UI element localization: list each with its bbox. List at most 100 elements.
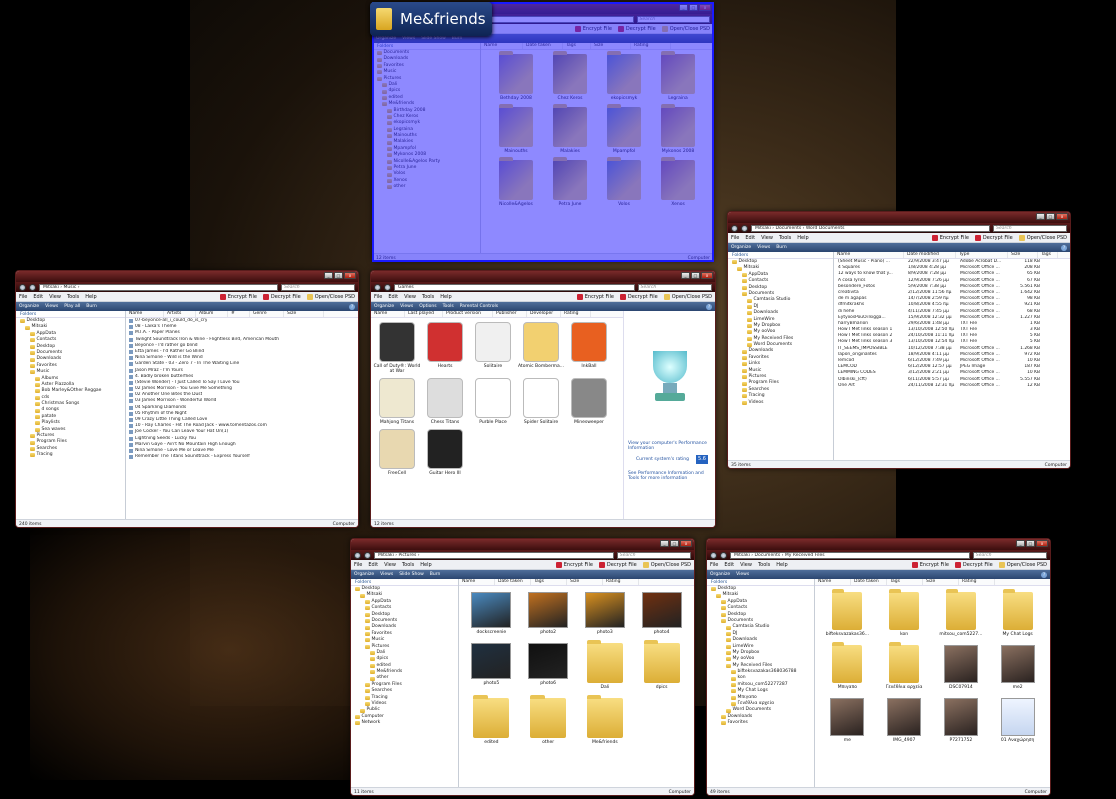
image-tile[interactable]: 01 Αναχώρηση [989,698,1046,743]
column-header[interactable]: Date taken [523,43,563,49]
encrypt-file-button[interactable]: Encrypt File [574,25,612,32]
folder-tile[interactable]: Μπιγαπο [819,642,876,690]
column-header[interactable]: Date taken [495,579,531,585]
menu-item[interactable]: File [374,294,382,300]
game-tile[interactable]: InkBall [565,322,613,374]
me-friends-window[interactable]: _□x Me&friends Search Encrypt File Decryp… [372,2,714,262]
burn-button[interactable]: Burn [430,572,441,577]
burn-button[interactable]: Burn [86,304,97,309]
open-close-psd-button[interactable]: Open/Close PSD [998,561,1047,568]
menu-item[interactable]: Edit [368,562,378,568]
column-header[interactable]: Name [834,252,904,258]
burn-button[interactable]: Burn [776,245,787,250]
column-header[interactable]: Type [956,252,1008,258]
menu-item[interactable]: File [354,562,362,568]
folder-tile[interactable]: Petra June [543,157,597,207]
game-tile[interactable]: Purble Place [469,378,517,425]
column-header[interactable]: Tags [531,579,567,585]
nav-item[interactable]: other [377,184,480,190]
menu-item[interactable]: Help [440,294,451,300]
table-row[interactable]: One Art 24/11/2008 12:31 πµ Microsoft Offi… [836,383,1070,389]
rating-badge[interactable]: 5.6 [696,455,708,464]
search-input[interactable]: Search [972,551,1047,559]
minimize-button[interactable]: _ [324,272,333,279]
nav-item[interactable]: Network [355,720,458,726]
title-bar[interactable]: _ □ x [16,271,358,282]
menu-item[interactable]: File [710,562,718,568]
folders-header[interactable]: Folders [728,252,833,259]
image-tile[interactable]: photo4 [633,592,690,635]
organize-button[interactable]: Organize [354,572,374,577]
column-header[interactable]: Name [371,311,405,317]
path-field[interactable]: Games [394,283,635,291]
views-button[interactable]: Views [400,304,413,309]
menu-item[interactable]: File [19,294,27,300]
views-button[interactable]: Views [402,36,415,41]
folder-tile[interactable]: bifteksvazakas36... [819,589,876,637]
column-header[interactable]: Rating [631,43,671,49]
image-tile[interactable]: photo5 [463,643,520,690]
encrypt-file-button[interactable]: Encrypt File [555,561,593,568]
folders-header[interactable]: Folders [373,43,480,50]
open-close-psd-button[interactable]: Open/Close PSD [1018,234,1067,241]
minimize-button[interactable]: _ [1016,540,1025,547]
menu-item[interactable]: Tools [67,294,79,300]
column-header[interactable]: Name [815,579,851,585]
column-header[interactable]: Product version [443,311,493,317]
search-input[interactable]: Search [636,15,710,23]
path-field[interactable]: Mitsaki › Documents › Word Documents [751,224,991,232]
folder-tile[interactable]: Volos [597,157,651,207]
search-input[interactable]: Search [281,283,355,291]
search-input[interactable]: Search [616,551,691,559]
close-button[interactable]: x [344,272,356,279]
encrypt-file-button[interactable]: Encrypt File [219,293,257,300]
menu-item[interactable]: Help [420,562,431,568]
menu-item[interactable]: Edit [724,562,734,568]
views-button[interactable]: Views [736,572,749,577]
column-header[interactable]: Artists [164,311,196,317]
folder-tile[interactable]: Mpampfol [597,104,651,154]
image-tile[interactable]: IMG_4907 [876,698,933,743]
game-tile[interactable]: Minesweeper [565,378,613,425]
search-input[interactable]: Search [637,283,712,291]
image-tile[interactable]: DSC07914 [933,645,990,690]
column-header[interactable]: Last played [405,311,443,317]
folders-header[interactable]: Folders [351,579,458,586]
menu-item[interactable]: View [761,235,773,241]
performance-link[interactable]: View your computer's Performance Informa… [628,441,714,451]
column-header[interactable]: Date modified [904,252,956,258]
performance-tools-link[interactable]: See Performance Information and Tools fo… [628,471,714,481]
forward-icon[interactable] [364,551,371,559]
game-tile[interactable]: Solitaire [469,322,517,374]
help-icon[interactable]: ? [1041,571,1047,578]
column-header[interactable]: Size [923,579,959,585]
column-header[interactable]: Rating [959,579,995,585]
maximize-button[interactable]: □ [670,540,679,547]
burn-button[interactable]: Burn [452,36,463,41]
game-tile[interactable]: Mahjong Titans [373,378,421,425]
organize-button[interactable]: Organize [710,572,730,577]
column-header[interactable]: Developer [527,311,561,317]
title-bar[interactable]: _ □ x [351,539,694,550]
encrypt-file-button[interactable]: Encrypt File [911,561,949,568]
decrypt-file-button[interactable]: Decrypt File [974,234,1013,241]
organize-button[interactable]: Organize [19,304,39,309]
folder-tile[interactable]: kon [876,589,933,637]
image-tile[interactable]: me2 [989,645,1046,690]
forward-icon[interactable] [29,283,36,291]
maximize-button[interactable]: □ [689,4,698,11]
music-window[interactable]: _ □ x Mitsaki › Music › Search File Edit View… [15,270,359,528]
back-icon[interactable] [731,224,738,232]
menu-item[interactable]: Tools [758,562,770,568]
track-row[interactable]: Remember The Titans Soundtrack - Express… [129,454,358,460]
close-button[interactable]: x [701,272,713,279]
column-header[interactable]: Size [1008,252,1038,258]
organize-button[interactable]: Organize [376,36,396,41]
word-documents-window[interactable]: _ □ x Mitsaki › Documents › Word Documents… [727,211,1071,469]
decrypt-file-button[interactable]: Decrypt File [617,25,656,32]
menu-item[interactable]: Help [797,235,808,241]
organize-button[interactable]: Organize [731,245,751,250]
column-header[interactable]: Size [284,311,324,317]
menu-item[interactable]: View [404,294,416,300]
column-header[interactable]: Rating [603,579,639,585]
